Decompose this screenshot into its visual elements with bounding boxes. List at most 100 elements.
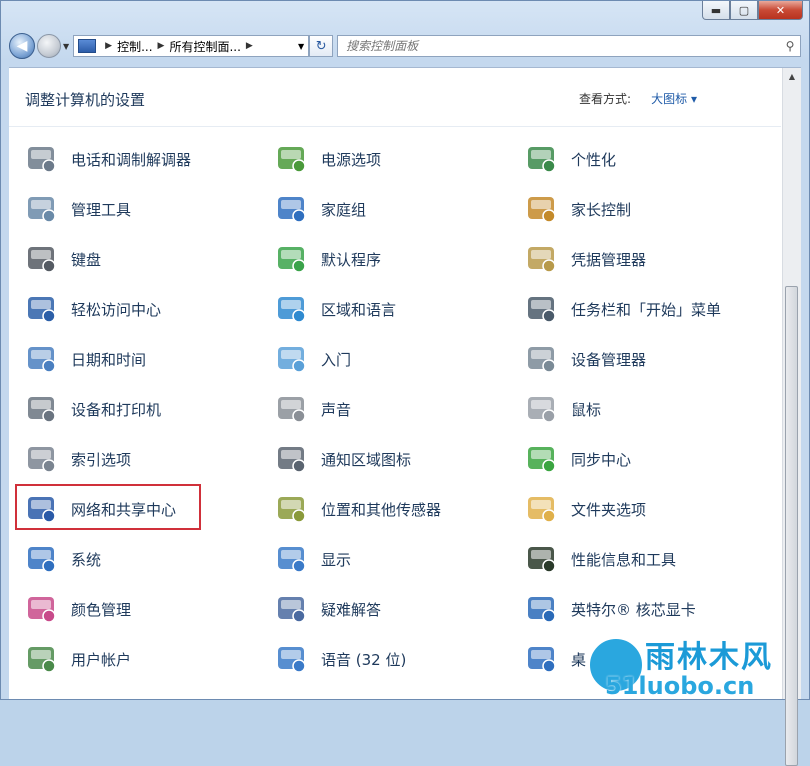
- view-by-dropdown[interactable]: 大图标 ▾: [651, 90, 697, 107]
- item-label: 系统: [71, 550, 102, 569]
- ease-of-access-icon: [25, 292, 59, 326]
- item-label: 键盘: [71, 250, 102, 269]
- control-panel-item[interactable]: 声音: [275, 384, 351, 434]
- keyboard-icon: [25, 242, 59, 276]
- system-icon: [25, 542, 59, 576]
- control-panel-item[interactable]: 鼠标: [525, 384, 601, 434]
- control-panel-item[interactable]: 默认程序: [275, 234, 381, 284]
- chevron-right-icon[interactable]: ▶: [246, 41, 253, 51]
- control-panel-item[interactable]: 桌: [525, 634, 586, 684]
- item-label: 通知区域图标: [321, 450, 412, 469]
- close-button[interactable]: ✕: [758, 1, 803, 20]
- control-panel-item[interactable]: 电话和调制解调器: [25, 134, 191, 184]
- item-label: 凭据管理器: [571, 250, 647, 269]
- control-panel-item[interactable]: 疑难解答: [275, 584, 381, 634]
- forward-button[interactable]: [37, 34, 61, 58]
- item-row: 键盘 默认程序 凭据管理器: [9, 234, 789, 284]
- breadcrumb-all-items[interactable]: 所有控制面...: [169, 38, 240, 55]
- control-panel-item[interactable]: 键盘: [25, 234, 101, 284]
- control-panel-item[interactable]: 设备管理器: [525, 334, 646, 384]
- watermark-title: 雨林木风: [645, 640, 773, 675]
- location-sensors-icon: [275, 492, 309, 526]
- speech-icon: [275, 642, 309, 676]
- item-label: 声音: [321, 400, 352, 419]
- refresh-button[interactable]: ↻: [309, 35, 334, 57]
- item-label: 任务栏和「开始」菜单: [571, 300, 722, 319]
- control-panel-item[interactable]: 语音 (32 位): [275, 634, 406, 684]
- recent-pages-dropdown[interactable]: ▼: [63, 42, 69, 51]
- control-panel-item[interactable]: 索引选项: [25, 434, 131, 484]
- maximize-button[interactable]: ▢: [730, 1, 758, 20]
- item-label: 家长控制: [571, 200, 632, 219]
- control-panel-item[interactable]: 性能信息和工具: [525, 534, 676, 584]
- search-box[interactable]: ⚲: [337, 35, 801, 57]
- vertical-scrollbar[interactable]: ▲: [782, 68, 801, 766]
- control-panel-item[interactable]: 用户帐户: [25, 634, 131, 684]
- control-panel-icon: [78, 39, 97, 53]
- item-label: 入门: [321, 350, 352, 369]
- highlight-box: [15, 484, 201, 530]
- control-panel-item[interactable]: 位置和其他传感器: [275, 484, 441, 534]
- item-label: 个性化: [571, 150, 617, 169]
- caption-buttons: ▬ ▢ ✕: [702, 1, 803, 20]
- item-label: 语音 (32 位): [321, 650, 407, 669]
- control-panel-item[interactable]: 系统: [25, 534, 101, 584]
- control-panel-item[interactable]: 凭据管理器: [525, 234, 646, 284]
- control-panel-item[interactable]: 同步中心: [525, 434, 631, 484]
- breadcrumb-control-panel[interactable]: 控制...: [117, 38, 152, 55]
- control-panel-item[interactable]: 显示: [275, 534, 351, 584]
- display-icon: [275, 542, 309, 576]
- control-panel-item[interactable]: 轻松访问中心: [25, 284, 161, 334]
- control-panel-item[interactable]: 家庭组: [275, 184, 366, 234]
- search-icon[interactable]: ⚲: [780, 39, 800, 53]
- control-panel-item[interactable]: 任务栏和「开始」菜单: [525, 284, 721, 334]
- chevron-right-icon[interactable]: ▶: [158, 41, 165, 51]
- troubleshooting-icon: [275, 592, 309, 626]
- control-panel-item[interactable]: 入门: [275, 334, 351, 384]
- item-label: 设备管理器: [571, 350, 647, 369]
- color-management-icon: [25, 592, 59, 626]
- item-label: 区域和语言: [321, 300, 397, 319]
- item-label: 电源选项: [321, 150, 382, 169]
- item-label: 管理工具: [71, 200, 132, 219]
- content-pane: 调整计算机的设置 查看方式: 大图标 ▾ 电话和调制解调器 电源选项 个性化管理工具…: [9, 67, 801, 766]
- admin-tools-icon: [25, 192, 59, 226]
- minimize-button[interactable]: ▬: [702, 1, 730, 20]
- item-row: 索引选项 通知区域图标 同步中心: [9, 434, 789, 484]
- navigation-bar: ◀ ▼ ▶ 控制... ▶ 所有控制面... ▶ ▼ ↻ ⚲: [9, 31, 801, 61]
- taskbar-start-menu-icon: [525, 292, 559, 326]
- back-button[interactable]: ◀: [9, 33, 35, 59]
- date-time-icon: [25, 342, 59, 376]
- power-options-icon: [275, 142, 309, 176]
- item-row: 轻松访问中心 区域和语言 任务栏和「开始」菜单: [9, 284, 789, 334]
- scroll-up-arrow-icon[interactable]: ▲: [783, 68, 801, 85]
- item-label: 家庭组: [321, 200, 367, 219]
- search-input[interactable]: [344, 38, 780, 54]
- item-row: 颜色管理 疑难解答 英特尔® 核芯显卡: [9, 584, 789, 634]
- control-panel-items: 电话和调制解调器 电源选项 个性化管理工具 家庭组 家长控制键盘 默认程序 凭据管理器轻松访…: [9, 134, 789, 684]
- item-row: 设备和打印机 声音 鼠标: [9, 384, 789, 434]
- page-title: 调整计算机的设置: [25, 91, 146, 109]
- phone-modem-icon: [25, 142, 59, 176]
- parental-controls-icon: [525, 192, 559, 226]
- control-panel-item[interactable]: 个性化: [525, 134, 616, 184]
- back-arrow-icon: ◀: [16, 38, 28, 54]
- control-panel-item[interactable]: 管理工具: [25, 184, 131, 234]
- address-bar[interactable]: ▶ 控制... ▶ 所有控制面... ▶ ▼: [73, 35, 310, 57]
- content-header: 调整计算机的设置 查看方式: 大图标 ▾: [9, 68, 781, 127]
- item-label: 用户帐户: [71, 650, 132, 669]
- control-panel-item[interactable]: 家长控制: [525, 184, 631, 234]
- control-panel-item[interactable]: 颜色管理: [25, 584, 131, 634]
- chevron-right-icon[interactable]: ▶: [105, 41, 112, 51]
- control-panel-item[interactable]: 设备和打印机: [25, 384, 161, 434]
- default-programs-icon: [275, 242, 309, 276]
- control-panel-item[interactable]: 电源选项: [275, 134, 381, 184]
- control-panel-item[interactable]: 日期和时间: [25, 334, 146, 384]
- address-dropdown-icon[interactable]: ▼: [298, 42, 304, 51]
- control-panel-item[interactable]: 英特尔® 核芯显卡: [525, 584, 696, 634]
- watermark-logo: 雨林木风 51luobo.cn: [587, 630, 809, 700]
- control-panel-item[interactable]: 通知区域图标: [275, 434, 411, 484]
- control-panel-item[interactable]: 文件夹选项: [525, 484, 646, 534]
- control-panel-item[interactable]: 区域和语言: [275, 284, 396, 334]
- item-label: 性能信息和工具: [571, 550, 677, 569]
